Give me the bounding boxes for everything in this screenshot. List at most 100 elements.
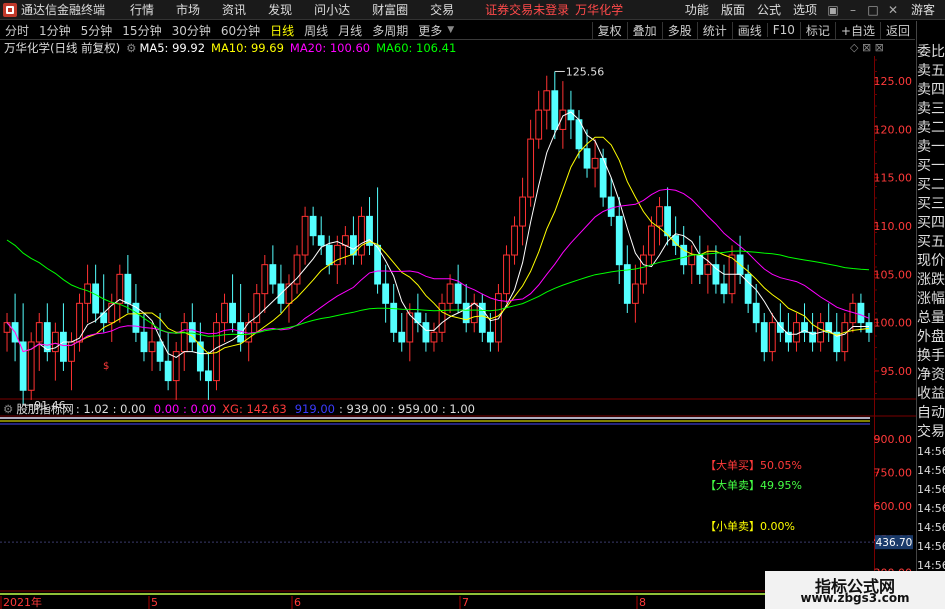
quote-panel-item[interactable]: 卖五 bbox=[917, 62, 945, 81]
indicator-values-4: : 939.00 : 959.00 : 1.00 bbox=[338, 402, 475, 416]
candle-body bbox=[696, 254, 704, 275]
quote-panel-item[interactable]: 总量 bbox=[917, 309, 945, 328]
quote-panel-item[interactable]: 涨跌 bbox=[917, 271, 945, 290]
candle-body bbox=[301, 215, 309, 256]
candle-body bbox=[527, 138, 535, 198]
quote-panel-item[interactable]: 买一 bbox=[917, 157, 945, 176]
candle-body bbox=[430, 331, 438, 343]
price-tick-label: 100.00 bbox=[874, 317, 913, 330]
quote-panel-item[interactable]: 14:56 bbox=[917, 537, 945, 556]
time-tick-label: 7 bbox=[462, 596, 469, 609]
quote-panel-item[interactable]: 换手 bbox=[917, 347, 945, 366]
quote-panel-item[interactable]: 卖一 bbox=[917, 138, 945, 157]
candle-body bbox=[519, 196, 526, 227]
candle-body bbox=[656, 206, 663, 227]
quote-panel-item[interactable]: 现价 bbox=[917, 252, 945, 271]
candle-body bbox=[317, 235, 325, 246]
time-tick-label: 6 bbox=[294, 596, 301, 609]
time-tick-label: 8 bbox=[639, 596, 646, 609]
quote-panel-item[interactable]: 收益 bbox=[917, 385, 945, 404]
candle-body bbox=[640, 254, 647, 285]
candle-body bbox=[535, 109, 543, 140]
indicator-gear-icon[interactable]: ⚙ bbox=[3, 402, 13, 416]
big-buy-label: 【大单买】50.05% bbox=[705, 457, 802, 473]
indicator-tick-label: 750.00 bbox=[874, 466, 913, 479]
candle-body bbox=[744, 273, 752, 304]
quote-panel-item[interactable]: 卖四 bbox=[917, 81, 945, 100]
big-buy-text: 【大单买】 bbox=[705, 459, 760, 472]
candle-body bbox=[615, 215, 623, 266]
candle-body bbox=[269, 264, 277, 285]
quote-panel-item[interactable]: 买四 bbox=[917, 214, 945, 233]
price-tick-label: 95.00 bbox=[881, 365, 913, 378]
candle-body bbox=[35, 322, 43, 343]
quote-panel-item[interactable]: 买五 bbox=[917, 233, 945, 252]
candle-body bbox=[486, 331, 494, 343]
quote-panel: 委比 卖五 卖四 卖三 卖二 卖一 买一 买二 买三 买四 买五 现价 涨跌 涨幅 总量 外盘 换手 净资 收益 自动… bbox=[916, 21, 945, 609]
indicator-info-line: ⚙ 股朋指标网 : 1.02 : 0.00 0.00 : 0.00 XG: 14… bbox=[0, 401, 475, 417]
indicator-current-value: 436.70 bbox=[876, 537, 913, 549]
big-sell-text: 【大单卖】 bbox=[705, 479, 760, 492]
candle-body bbox=[205, 370, 212, 382]
candle-body bbox=[398, 331, 406, 343]
candle-body bbox=[865, 322, 873, 333]
candle-body bbox=[841, 322, 849, 353]
candle-body bbox=[503, 254, 510, 295]
quote-panel-item[interactable]: 卖二 bbox=[917, 119, 945, 138]
candle-body bbox=[857, 302, 865, 324]
candle-body bbox=[180, 322, 188, 353]
candle-body bbox=[148, 341, 156, 353]
candle-body bbox=[583, 148, 591, 169]
candle-body bbox=[221, 302, 228, 324]
candle-body bbox=[438, 302, 446, 333]
big-sell-value: 49.95% bbox=[760, 479, 802, 492]
high-label: 125.56 bbox=[566, 65, 605, 78]
price-tick-label: 120.00 bbox=[874, 123, 913, 136]
quote-panel-item[interactable]: 14:56 bbox=[917, 518, 945, 537]
candle-series bbox=[3, 71, 873, 406]
indicator-xg: XG: 142.63 bbox=[222, 402, 287, 416]
candle-body bbox=[60, 331, 67, 362]
quote-panel-item[interactable]: 买二 bbox=[917, 176, 945, 195]
candle-body bbox=[390, 302, 398, 333]
candle-body bbox=[124, 273, 132, 304]
big-buy-value: 50.05% bbox=[760, 459, 802, 472]
candle-body bbox=[309, 215, 317, 237]
quote-panel-item[interactable]: 委比 bbox=[917, 43, 945, 62]
small-sell-label: 【小单卖】0.00% bbox=[705, 518, 795, 534]
candle-body bbox=[140, 331, 148, 353]
candle-body bbox=[454, 283, 462, 304]
candle-body bbox=[768, 322, 776, 353]
candle-body bbox=[648, 225, 655, 256]
candle-body bbox=[551, 90, 559, 130]
quote-panel-item[interactable]: 涨幅 bbox=[917, 290, 945, 309]
quote-panel-item[interactable]: 卖三 bbox=[917, 100, 945, 119]
candle-body bbox=[631, 283, 639, 304]
watermark-banner: 指标公式网 www.zbgs3.com bbox=[765, 571, 945, 609]
watermark-url: www.zbgs3.com bbox=[800, 591, 910, 605]
quote-panel-item[interactable]: 14:56 bbox=[917, 480, 945, 499]
indicator-tick-label: 600.00 bbox=[874, 500, 913, 513]
candle-body bbox=[511, 225, 518, 256]
candle-body bbox=[325, 244, 333, 266]
candle-body bbox=[333, 244, 341, 266]
candle-body bbox=[591, 157, 599, 169]
signal-marker: $ bbox=[103, 361, 109, 372]
candle-body bbox=[358, 215, 365, 256]
quote-panel-item[interactable]: 外盘 bbox=[917, 328, 945, 347]
quote-panel-item[interactable]: 净资 bbox=[917, 366, 945, 385]
quote-panel-item[interactable]: 自动 bbox=[917, 404, 945, 423]
candle-body bbox=[285, 283, 293, 304]
candle-body bbox=[84, 283, 91, 304]
small-sell-value: 0.00% bbox=[760, 520, 795, 533]
candle-body bbox=[752, 302, 760, 324]
candle-body bbox=[156, 341, 164, 362]
indicator-values-2: 0.00 : 0.00 bbox=[153, 402, 217, 416]
quote-panel-item[interactable]: 14:56 bbox=[917, 442, 945, 461]
small-sell-text: 【小单卖】 bbox=[705, 520, 760, 533]
quote-panel-item[interactable]: 交易 bbox=[917, 423, 945, 442]
quote-panel-item[interactable]: 14:56 bbox=[917, 499, 945, 518]
quote-panel-item[interactable]: 买三 bbox=[917, 195, 945, 214]
candle-body bbox=[382, 283, 390, 304]
quote-panel-item[interactable]: 14:56 bbox=[917, 461, 945, 480]
